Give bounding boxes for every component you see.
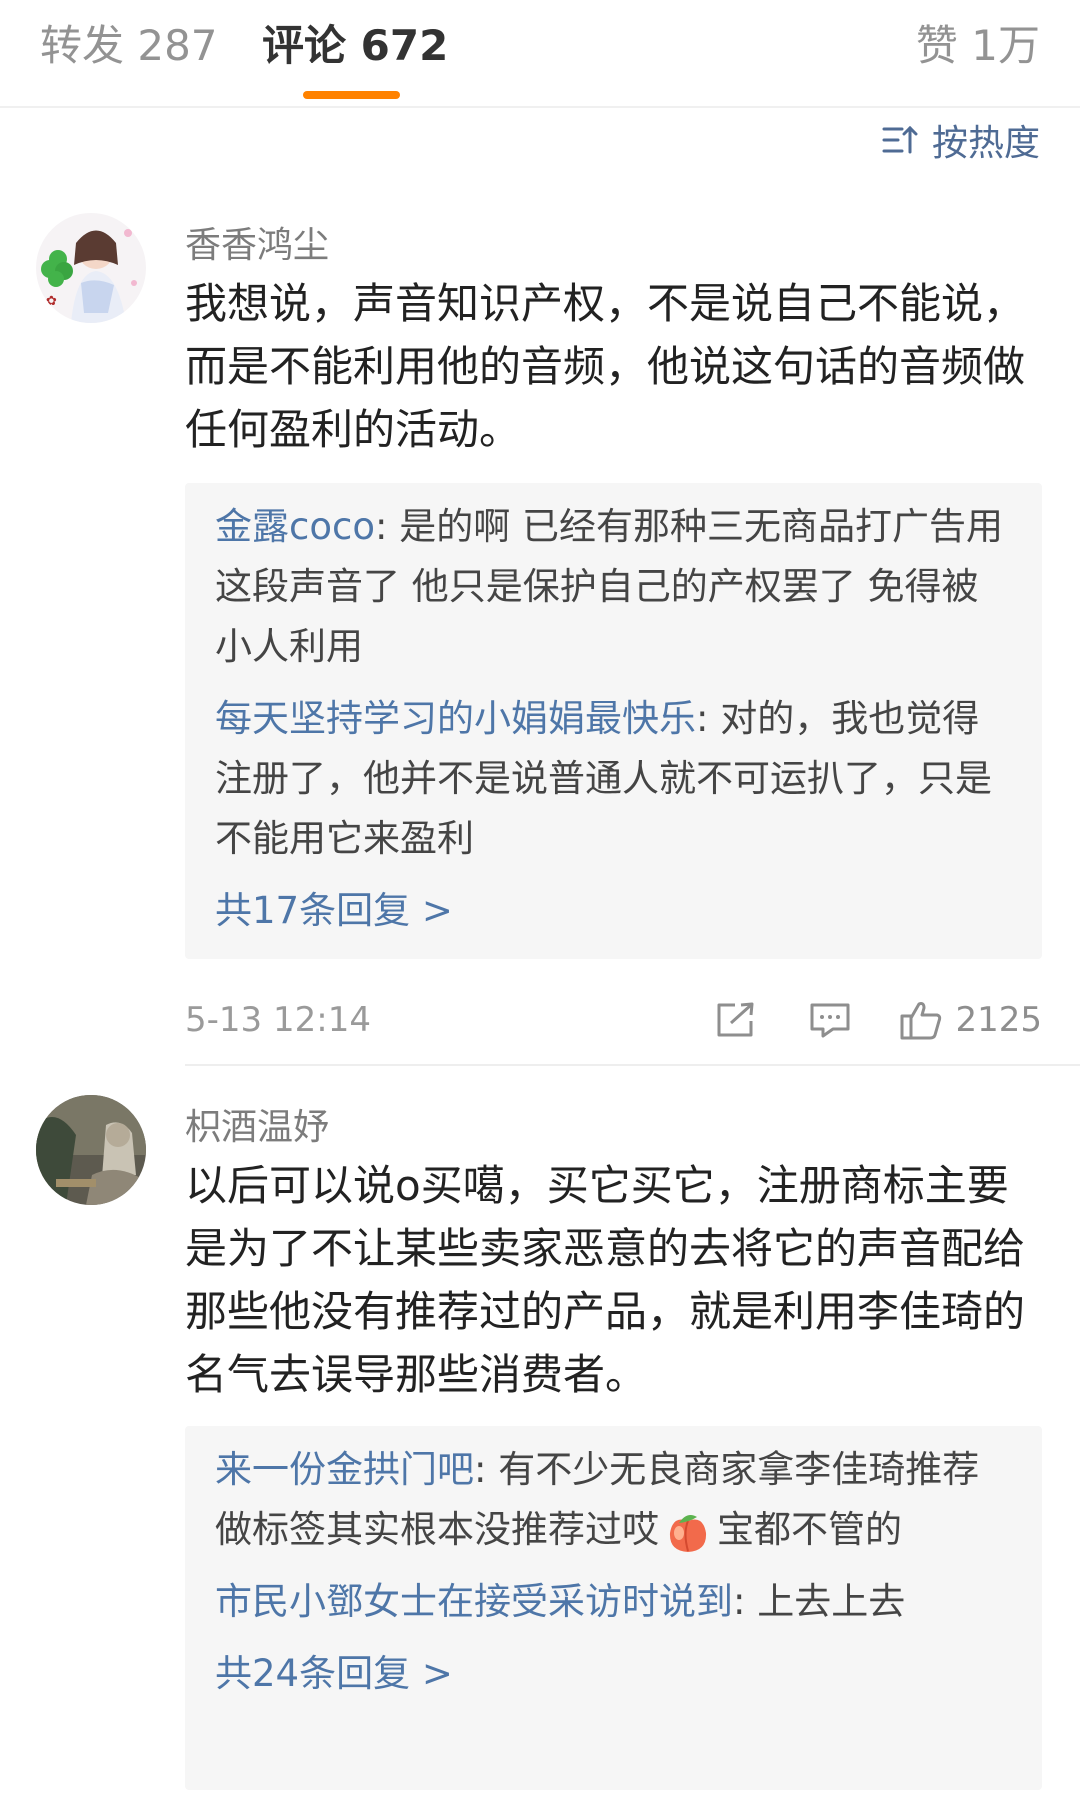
reply-item: 金露coco: 是的啊 已经有那种三无商品打广告用这段声音了 他只是保护自己的产… <box>215 497 1012 677</box>
thumbs-up-icon <box>900 1002 942 1040</box>
reply-author[interactable]: 金露coco <box>215 505 375 548</box>
reply-item: 来一份金拱门吧: 有不少无良商家拿李佳琦推荐做标签其实根本没推荐过哎 宝都不管的 <box>215 1440 1012 1560</box>
comment-username[interactable]: 枳酒温妤 <box>185 1098 329 1150</box>
view-all-replies-link[interactable]: 共24条回复 > <box>215 1644 1012 1704</box>
comment-divider <box>185 1064 1080 1066</box>
reply-button[interactable] <box>809 1001 851 1039</box>
comment-meta-bar: 5-13 12:14 2125 <box>185 994 1042 1046</box>
like-button[interactable]: 2125 <box>899 999 1042 1041</box>
reply-item: 市民小鄧女士在接受采访时说到: 上去上去 <box>215 1572 1012 1632</box>
comment-tabs: 转发 287 评论 672 赞 1万 <box>0 0 1080 108</box>
sort-label: 按热度 <box>931 123 1040 164</box>
comment-text: 以后可以说o买噶，买它买它，注册商标主要是为了不让某些卖家恶意的去将它的声音配给… <box>185 1161 1026 1399</box>
reply-author[interactable]: 市民小鄧女士在接受采访时说到 <box>215 1580 733 1623</box>
comment-icon <box>810 1003 850 1038</box>
comment-timestamp: 5-13 12:14 <box>185 1000 371 1040</box>
reply-preview-box[interactable]: 金露coco: 是的啊 已经有那种三无商品打广告用这段声音了 他只是保护自己的产… <box>185 483 1042 959</box>
comment-username[interactable]: 香香鸿尘 <box>185 216 329 268</box>
active-tab-indicator <box>303 91 400 99</box>
avatar[interactable]: ✿ <box>36 213 146 323</box>
share-icon <box>717 1002 754 1037</box>
tab-likes[interactable]: 赞 1万 <box>916 18 1040 74</box>
reply-author[interactable]: 每天坚持学习的小娟娟最快乐 <box>215 697 696 740</box>
peach-emoji-icon <box>669 1514 707 1552</box>
like-count: 2125 <box>955 1000 1042 1040</box>
share-button[interactable] <box>715 1001 757 1039</box>
view-all-replies-link[interactable]: 共17条回复 > <box>215 881 1012 941</box>
avatar[interactable] <box>36 1095 146 1205</box>
tab-comments[interactable]: 评论 672 <box>262 18 448 74</box>
tab-repost[interactable]: 转发 287 <box>40 18 218 74</box>
reply-preview-box[interactable]: 来一份金拱门吧: 有不少无良商家拿李佳琦推荐做标签其实根本没推荐过哎 宝都不管的 … <box>185 1426 1042 1790</box>
reply-text: : 上去上去 <box>733 1580 906 1623</box>
sort-by-heat-button[interactable]: 按热度 <box>882 114 1040 166</box>
svg-text:✿: ✿ <box>46 294 57 309</box>
reply-text: 宝都不管的 <box>717 1508 902 1551</box>
reply-author[interactable]: 来一份金拱门吧 <box>215 1448 474 1491</box>
sort-icon <box>882 125 918 154</box>
reply-item: 每天坚持学习的小娟娟最快乐: 对的，我也觉得注册了，他并不是说普通人就不可运扒了… <box>215 689 1012 869</box>
comment-text: 我想说，声音知识产权，不是说自己不能说，而是不能利用他的音频，他说这句话的音频做… <box>185 279 1026 454</box>
